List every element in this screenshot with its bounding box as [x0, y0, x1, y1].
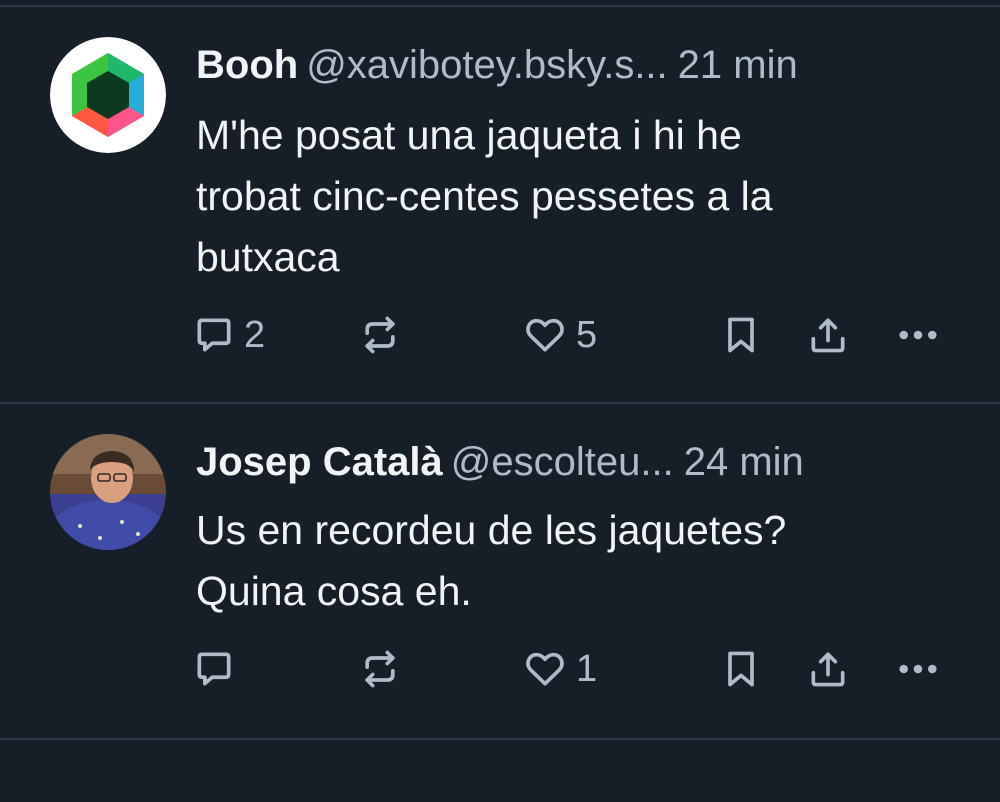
post-actions: 1	[0, 644, 1000, 694]
repost-icon	[365, 650, 395, 688]
reply-icon	[197, 318, 231, 352]
bookmark-icon	[728, 651, 754, 687]
reply-icon	[197, 652, 231, 686]
avatar[interactable]	[50, 434, 166, 550]
author-name[interactable]: Booh	[196, 43, 298, 87]
post-card[interactable]: Josep Català @escolteu... 24 min Us en rec…	[0, 404, 1000, 802]
heart-icon	[526, 652, 564, 686]
author-name[interactable]: Josep Català	[196, 440, 443, 484]
author-handle[interactable]: @escolteu...	[451, 440, 674, 484]
post-timestamp[interactable]: 24 min	[684, 440, 804, 484]
repost-icon	[365, 316, 395, 354]
post-card[interactable]: Booh @xavibotey.bsky.s... 21 min M'he posa…	[0, 7, 1000, 405]
like-button[interactable]: 5	[522, 310, 597, 360]
more-dots-icon	[899, 330, 937, 340]
like-count: 1	[576, 648, 598, 690]
bottom-divider	[0, 738, 1000, 740]
share-icon	[811, 652, 845, 687]
person-photo-icon	[50, 434, 166, 550]
reply-button[interactable]	[192, 644, 244, 694]
like-button[interactable]: 1	[522, 644, 597, 694]
more-dots-icon	[899, 664, 937, 674]
post-timestamp[interactable]: 21 min	[678, 43, 798, 87]
share-icon	[811, 318, 845, 353]
post-header: Booh @xavibotey.bsky.s... 21 min	[196, 35, 966, 95]
share-button[interactable]	[806, 644, 850, 694]
author-handle[interactable]: @xavibotey.bsky.s...	[306, 43, 667, 87]
post-header: Josep Català @escolteu... 24 min	[196, 432, 966, 492]
post-text: M'he posat una jaqueta i hi he trobat ci…	[196, 112, 773, 280]
heart-icon	[526, 318, 564, 352]
post-text: Us en recordeu de les jaquetes? Quina co…	[196, 507, 787, 614]
bookmark-icon	[728, 317, 754, 353]
reply-button[interactable]: 2	[192, 310, 265, 360]
post-actions: 2 5	[0, 310, 1000, 360]
more-options-button[interactable]	[893, 310, 943, 360]
bookmark-button[interactable]	[719, 310, 763, 360]
repost-button[interactable]	[358, 310, 410, 360]
reply-count: 2	[244, 314, 266, 356]
more-options-button[interactable]	[893, 644, 943, 694]
bookmark-button[interactable]	[719, 644, 763, 694]
like-count: 5	[576, 314, 598, 356]
hexagon-logo-icon	[50, 37, 166, 153]
avatar[interactable]	[50, 37, 166, 153]
share-button[interactable]	[806, 310, 850, 360]
repost-button[interactable]	[358, 644, 410, 694]
